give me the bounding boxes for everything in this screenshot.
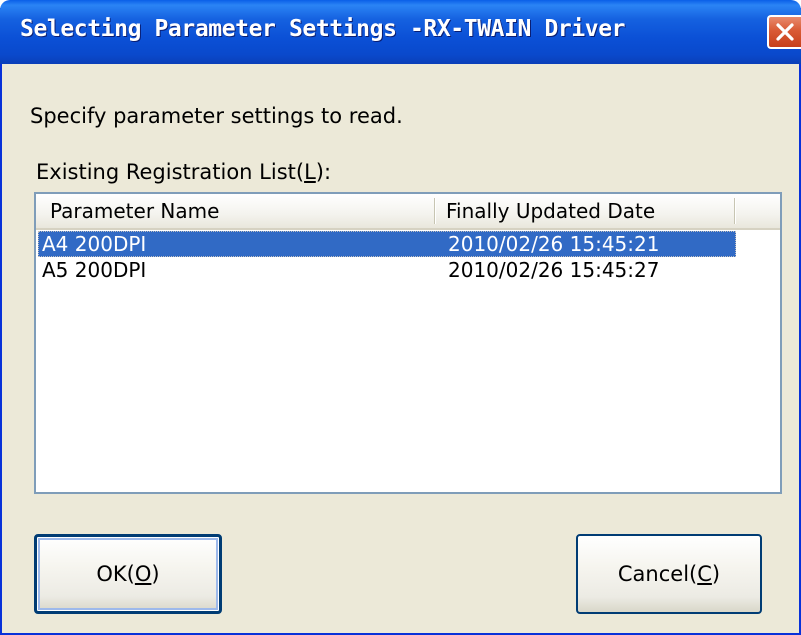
cancel-label-prefix: Cancel(	[617, 562, 698, 586]
ok-button[interactable]: OK(O)	[34, 534, 222, 614]
instruction-text: Specify parameter settings to read.	[30, 104, 403, 128]
cancel-button[interactable]: Cancel(C)	[576, 534, 762, 614]
column-separator[interactable]	[434, 198, 435, 224]
ok-label-prefix: OK(	[96, 562, 135, 586]
window-title: Selecting Parameter Settings -RX-TWAIN D…	[20, 16, 626, 42]
dialog-content: Specify parameter settings to read. Exis…	[2, 64, 799, 633]
registration-list[interactable]: Parameter Name Finally Updated Date A4 2…	[34, 192, 782, 494]
label-mnemonic: L	[304, 160, 316, 184]
list-header: Parameter Name Finally Updated Date	[36, 194, 780, 230]
label-prefix: Existing Registration List(	[36, 160, 305, 184]
close-button[interactable]	[767, 15, 801, 49]
close-icon	[776, 23, 794, 41]
list-row-a4[interactable]: A4 200DPI 2010/02/26 15:45:21	[38, 231, 736, 257]
column-separator[interactable]	[734, 198, 735, 224]
column-header-parameter-name[interactable]: Parameter Name	[50, 194, 430, 228]
ok-label-mnemonic: O	[134, 562, 152, 586]
parameter-settings-dialog: Selecting Parameter Settings -RX-TWAIN D…	[0, 0, 801, 635]
registration-list-label: Existing Registration List(L):	[36, 160, 331, 184]
label-suffix: ):	[315, 160, 332, 184]
row-name: A4 200DPI	[42, 232, 147, 256]
column-header-updated-date[interactable]: Finally Updated Date	[446, 194, 726, 228]
ok-label-suffix: )	[151, 562, 160, 586]
cancel-label-mnemonic: C	[697, 562, 712, 586]
cancel-label-suffix: )	[711, 562, 721, 586]
title-bar[interactable]: Selecting Parameter Settings -RX-TWAIN D…	[0, 0, 801, 64]
list-row-a5[interactable]: A5 200DPI 2010/02/26 15:45:27	[38, 257, 736, 283]
row-date: 2010/02/26 15:45:27	[448, 258, 660, 282]
row-name: A5 200DPI	[42, 258, 147, 282]
row-date: 2010/02/26 15:45:21	[448, 232, 660, 256]
